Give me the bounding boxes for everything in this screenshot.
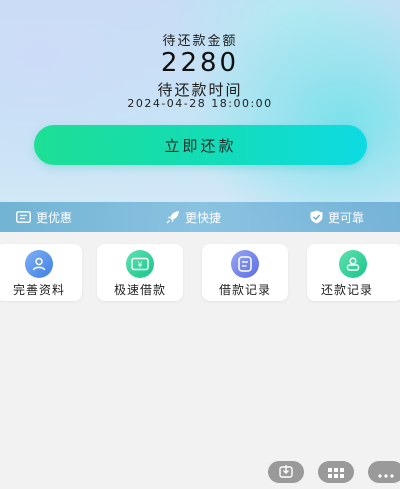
- profile-icon: [25, 250, 53, 278]
- feature-label: 更优惠: [36, 210, 73, 225]
- ticket-icon: [16, 211, 31, 223]
- svg-text:¥: ¥: [137, 261, 142, 270]
- grid-button[interactable]: [318, 461, 354, 483]
- shortcut-label: 完善资料: [12, 283, 65, 297]
- feature-label: 更快捷: [185, 210, 222, 225]
- download-icon: [279, 463, 293, 482]
- shield-check-icon: [310, 210, 323, 224]
- shortcut-label: 极速借款: [113, 283, 166, 297]
- due-time-value: 2024-04-28 18:00:00: [127, 97, 273, 110]
- feature-fast: 更快捷: [166, 202, 221, 232]
- more-icon: [378, 463, 394, 482]
- repay-now-button[interactable]: 立即还款: [34, 125, 367, 165]
- feature-bar: 更优惠 更快捷 更可靠: [0, 202, 400, 232]
- shortcut-label: 还款记录: [320, 283, 373, 297]
- grid-icon: [328, 463, 344, 482]
- amount-label: 待还款金额: [162, 34, 238, 49]
- money-icon: ¥: [126, 250, 154, 278]
- rocket-icon: [166, 210, 180, 224]
- feature-reliable: 更可靠: [310, 202, 364, 232]
- more-button[interactable]: [368, 461, 400, 483]
- feature-label: 更可靠: [328, 210, 365, 225]
- amount-value: 2280: [160, 48, 240, 78]
- shortcut-complete-profile[interactable]: 完善资料: [0, 244, 82, 301]
- feature-discount: 更优惠: [16, 202, 72, 232]
- shortcut-quick-loan[interactable]: ¥ 极速借款: [97, 244, 183, 301]
- repay-record-icon: [339, 250, 367, 278]
- shortcut-repay-records[interactable]: 还款记录: [307, 244, 400, 301]
- record-icon: [231, 250, 259, 278]
- repayment-header: 待还款金额 2280 待还款时间 2024-04-28 18:00:00 立即还…: [0, 0, 400, 232]
- download-button[interactable]: [268, 461, 304, 483]
- shortcut-loan-records[interactable]: 借款记录: [202, 244, 288, 301]
- shortcut-label: 借款记录: [218, 283, 271, 297]
